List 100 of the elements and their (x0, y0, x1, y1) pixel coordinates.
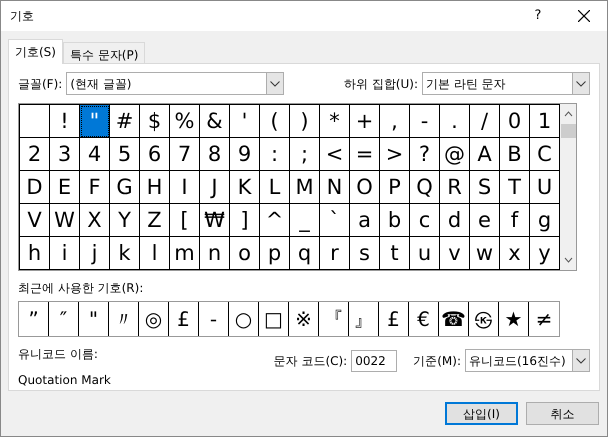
symbol-cell[interactable]: 6 (140, 138, 170, 171)
symbol-cell[interactable]: k (110, 237, 140, 270)
symbol-cell[interactable]: R (440, 171, 470, 204)
symbol-cell[interactable]: W (50, 204, 80, 237)
symbol-cell[interactable]: J (200, 171, 230, 204)
symbol-cell[interactable]: A (470, 138, 500, 171)
symbol-cell[interactable]: L (260, 171, 290, 204)
symbol-cell[interactable]: ` (320, 204, 350, 237)
symbol-cell[interactable]: m (170, 237, 200, 270)
font-dropdown[interactable]: (현재 글꼴) (66, 72, 284, 95)
symbol-cell[interactable]: O (350, 171, 380, 204)
symbol-cell[interactable]: X (80, 204, 110, 237)
symbol-cell[interactable]: u (410, 237, 440, 270)
symbol-cell[interactable]: ^ (260, 204, 290, 237)
dialog-button[interactable]: 취소 (526, 402, 599, 425)
symbol-cell[interactable]: ? (410, 138, 440, 171)
symbol-cell[interactable]: = (350, 138, 380, 171)
dialog-button[interactable]: 삽입(I) (445, 402, 518, 425)
symbol-cell[interactable]: + (350, 105, 380, 138)
symbol-cell[interactable]: w (470, 237, 500, 270)
symbol-cell[interactable]: N (320, 171, 350, 204)
symbol-cell[interactable]: Y (110, 204, 140, 237)
character-code-field[interactable]: 0022 (351, 350, 398, 372)
symbol-cell[interactable]: M (290, 171, 320, 204)
character-code-label: 문자 코드(C): (274, 352, 348, 370)
symbol-cell[interactable]: 4 (80, 138, 110, 171)
symbol-cell[interactable]: T (500, 171, 530, 204)
symbol-cell[interactable]: h (20, 237, 50, 270)
symbol-cell[interactable]: Q (410, 171, 440, 204)
symbol-cell[interactable]: F (80, 171, 110, 204)
symbol-cell[interactable]: G (110, 171, 140, 204)
tab[interactable]: 기호(S) (8, 39, 63, 64)
tab[interactable]: 특수 문자(P) (62, 42, 146, 63)
symbol-cell[interactable]: 0 (500, 105, 530, 138)
symbol-cell[interactable]: D (20, 171, 50, 204)
symbol-cell[interactable]: v (440, 237, 470, 270)
symbol-cell[interactable]: - (410, 105, 440, 138)
symbol-cell[interactable]: $ (140, 105, 170, 138)
symbol-cell[interactable]: n (200, 237, 230, 270)
window-title: 기호 (10, 8, 34, 25)
symbol-cell[interactable]: ) (290, 105, 320, 138)
symbol-cell[interactable]: 3 (50, 138, 80, 171)
symbol-cell[interactable]: , (380, 105, 410, 138)
symbol-cell[interactable]: Z (140, 204, 170, 237)
symbol-cell[interactable]: S (470, 171, 500, 204)
symbol-cell[interactable]: " (80, 105, 110, 138)
symbol-cell[interactable]: a (350, 204, 380, 237)
help-button[interactable]: ? (515, 6, 561, 26)
caret-icon (270, 80, 280, 86)
symbol-cell[interactable] (20, 105, 50, 138)
symbol-cell[interactable]: q (290, 237, 320, 270)
symbol-cell[interactable]: _ (290, 204, 320, 237)
symbol-cell[interactable]: ' (230, 105, 260, 138)
symbol-cell[interactable]: V (20, 204, 50, 237)
symbol-cell[interactable]: 8 (200, 138, 230, 171)
symbol-cell[interactable]: l (140, 237, 170, 270)
symbol-cell[interactable]: 5 (110, 138, 140, 171)
symbol-cell[interactable]: / (470, 105, 500, 138)
from-label: 기준(M): (413, 352, 461, 370)
subset-dropdown[interactable]: 기본 라틴 문자 (422, 72, 590, 95)
symbol-cell[interactable]: 7 (170, 138, 200, 171)
symbol-cell[interactable]: o (230, 237, 260, 270)
symbol-cell[interactable]: H (140, 171, 170, 204)
symbol-cell[interactable]: c (410, 204, 440, 237)
symbol-cell[interactable]: : (260, 138, 290, 171)
scrollbar[interactable] (560, 104, 576, 270)
symbol-cell[interactable]: t (380, 237, 410, 270)
symbol-cell[interactable]: % (170, 105, 200, 138)
symbol-cell[interactable]: 2 (20, 138, 50, 171)
symbol-cell[interactable]: K (230, 171, 260, 204)
symbol-cell[interactable]: r (320, 237, 350, 270)
symbol-cell[interactable]: f (500, 204, 530, 237)
symbol-cell[interactable]: s (350, 237, 380, 270)
from-dropdown[interactable]: 유니코드(16진수) (465, 349, 590, 372)
symbol-cell[interactable]: . (440, 105, 470, 138)
symbol-cell[interactable]: ] (230, 204, 260, 237)
recent-symbol[interactable]: ≠ (529, 302, 559, 336)
symbol-cell[interactable]: b (380, 204, 410, 237)
symbol-cell[interactable]: B (500, 138, 530, 171)
symbol-cell[interactable]: j (80, 237, 110, 270)
symbol-cell[interactable]: ₩ (200, 204, 230, 237)
symbol-cell[interactable]: < (320, 138, 350, 171)
symbol-cell[interactable]: E (50, 171, 80, 204)
symbol-cell[interactable]: & (200, 105, 230, 138)
symbol-cell[interactable]: d (440, 204, 470, 237)
symbol-cell[interactable]: P (380, 171, 410, 204)
symbol-cell[interactable]: @ (440, 138, 470, 171)
symbol-cell[interactable]: ; (290, 138, 320, 171)
symbol-cell[interactable]: * (320, 105, 350, 138)
symbol-cell[interactable]: 9 (230, 138, 260, 171)
symbol-cell[interactable]: e (470, 204, 500, 237)
symbol-cell[interactable]: > (380, 138, 410, 171)
symbol-cell[interactable]: p (260, 237, 290, 270)
symbol-cell[interactable]: i (50, 237, 80, 270)
symbol-cell[interactable]: [ (170, 204, 200, 237)
symbol-cell[interactable]: ( (260, 105, 290, 138)
scrollbar-thumb[interactable] (560, 124, 576, 138)
symbol-cell[interactable]: # (110, 105, 140, 138)
symbol-cell[interactable]: x (500, 237, 530, 270)
symbol-cell[interactable]: I (170, 171, 200, 204)
